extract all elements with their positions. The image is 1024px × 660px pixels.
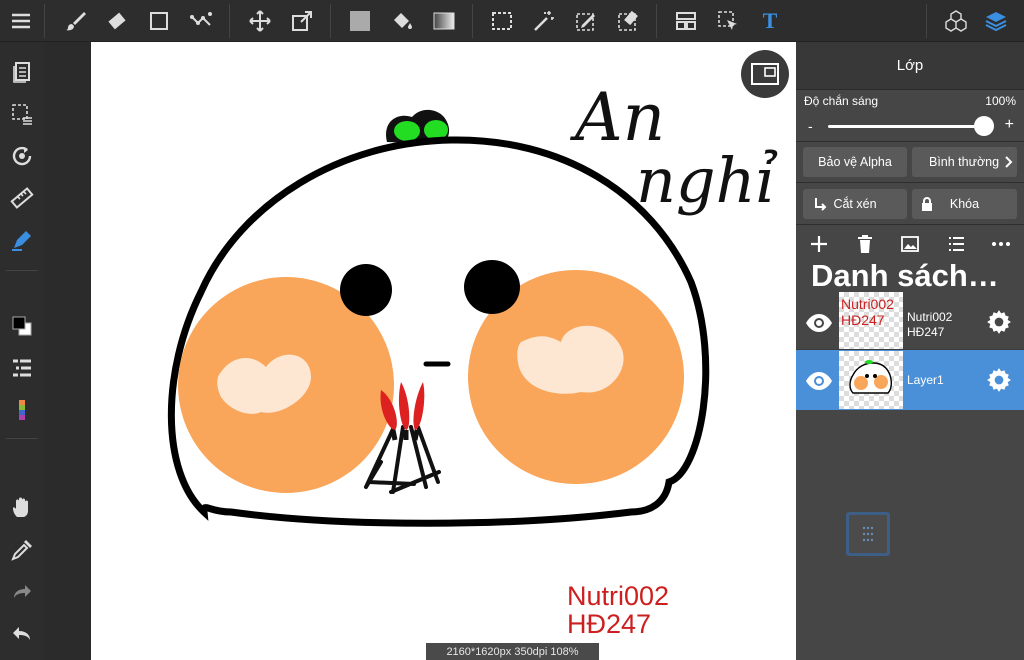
bucket-icon[interactable]: [386, 5, 418, 37]
right-eye: [464, 260, 520, 314]
blend-mode-label: Bình thường: [929, 155, 1000, 169]
opacity-value: 100%: [985, 94, 1016, 108]
panel-drag-handle[interactable]: [846, 512, 890, 556]
visibility-eye-icon[interactable]: [804, 308, 834, 338]
materials-icon[interactable]: [940, 5, 972, 37]
redo-icon[interactable]: [6, 576, 38, 608]
opacity-slider-track[interactable]: [828, 125, 988, 128]
opacity-slider-knob[interactable]: [974, 116, 994, 136]
select-layer-icon[interactable]: [712, 5, 744, 37]
navigator-icon: [751, 63, 779, 85]
more-options-icon[interactable]: [989, 232, 1013, 256]
layer-list-header: Danh sách…: [811, 258, 999, 293]
chevron-right-icon: [1005, 156, 1013, 168]
clipping-icon: [815, 198, 827, 211]
left-eye: [340, 264, 392, 316]
layer-list-icon[interactable]: [6, 352, 38, 384]
layer-name: Nutri002 HĐ247: [907, 310, 952, 340]
menu-icon[interactable]: [5, 5, 37, 37]
drawing-canvas[interactable]: Nutri002 HĐ247 An nghỉ: [91, 42, 796, 660]
navigator-button[interactable]: [741, 50, 789, 98]
magic-wand-icon[interactable]: [528, 5, 560, 37]
thumbnail-artwork: [849, 360, 893, 394]
layer-list-view-icon[interactable]: [944, 232, 968, 256]
thumbnail-text-line1: Nutri002: [841, 296, 894, 312]
deselect-icon[interactable]: [6, 98, 38, 130]
delete-layer-icon[interactable]: [853, 232, 877, 256]
dots-icon[interactable]: [185, 5, 217, 37]
opacity-label: Độ chắn sáng: [804, 94, 879, 108]
canvas-watermark-line2: HĐ247: [567, 609, 651, 639]
color-swatch-icon[interactable]: [6, 310, 38, 342]
pen-snap-icon[interactable]: [6, 224, 38, 256]
canvas-watermark-line1: Nutri002: [567, 581, 669, 611]
image-layer-icon[interactable]: [898, 232, 922, 256]
page-manager-icon[interactable]: [6, 56, 38, 88]
select-pen-icon[interactable]: [570, 5, 602, 37]
layer-row-selected[interactable]: Layer1: [796, 350, 1024, 410]
layer-settings-gear-icon[interactable]: [986, 309, 1012, 335]
alpha-protect-label: Bảo vệ Alpha: [818, 155, 892, 169]
text-icon[interactable]: T: [754, 5, 786, 37]
select-eraser-icon[interactable]: [612, 5, 644, 37]
clipping-label: Cắt xén: [833, 197, 877, 211]
layer-name: Layer1: [907, 373, 944, 388]
grip-icon: [862, 526, 874, 542]
gradient-icon[interactable]: [428, 5, 460, 37]
eraser-icon[interactable]: [101, 5, 133, 37]
layer-thumbnail: [839, 351, 903, 409]
layer-name-line2: HĐ247: [907, 325, 945, 339]
undo-icon[interactable]: [6, 618, 38, 650]
handwriting-nghi: nghỉ: [636, 144, 778, 217]
opacity-decrease-button[interactable]: -: [808, 118, 813, 134]
layer-settings-gear-icon[interactable]: [986, 367, 1012, 393]
lock-button[interactable]: Khóa: [912, 189, 1017, 219]
move-icon[interactable]: [244, 5, 276, 37]
layer-row[interactable]: Nutri002 HĐ247 Nutri002 HĐ247: [796, 292, 1024, 352]
fill-color-icon[interactable]: [344, 5, 376, 37]
color-picker-icon[interactable]: [6, 394, 38, 426]
visibility-eye-icon[interactable]: [804, 366, 834, 396]
ruler-icon[interactable]: [6, 182, 38, 214]
opacity-increase-button[interactable]: +: [1005, 116, 1014, 134]
layer-panel: Lớp Độ chắn sáng 100% - + Bảo vệ Alpha B…: [796, 42, 1024, 660]
layer-name-line1: Nutri002: [907, 310, 953, 324]
canvas-status: 2160*1620px 350dpi 108%: [426, 643, 599, 660]
top-toolbar: T: [0, 0, 1024, 42]
artwork: Nutri002 HĐ247 An nghỉ: [167, 79, 778, 639]
left-toolbar: [0, 42, 44, 660]
blend-mode-button[interactable]: Bình thường: [912, 147, 1017, 177]
panel-icon[interactable]: [670, 5, 702, 37]
thumbnail-text-line2: HĐ247: [841, 312, 885, 328]
select-rect-icon[interactable]: [486, 5, 518, 37]
transform-icon[interactable]: [286, 5, 318, 37]
add-layer-icon[interactable]: [807, 232, 831, 256]
rotate-icon[interactable]: [6, 140, 38, 172]
clipping-button[interactable]: Cắt xén: [803, 189, 907, 219]
hand-icon[interactable]: [6, 492, 38, 524]
rectangle-icon[interactable]: [143, 5, 175, 37]
layer-name-line1: Layer1: [907, 373, 944, 387]
brush-icon[interactable]: [60, 5, 92, 37]
panel-title: Lớp: [796, 42, 1024, 90]
alpha-protect-button[interactable]: Bảo vệ Alpha: [803, 147, 907, 177]
lock-icon: [922, 197, 932, 211]
layers-icon[interactable]: [980, 5, 1012, 37]
lock-label: Khóa: [949, 197, 980, 211]
layer-thumbnail: Nutri002 HĐ247: [839, 292, 903, 350]
canvas-gutter: [44, 42, 91, 660]
eyedropper-icon[interactable]: [6, 534, 38, 566]
